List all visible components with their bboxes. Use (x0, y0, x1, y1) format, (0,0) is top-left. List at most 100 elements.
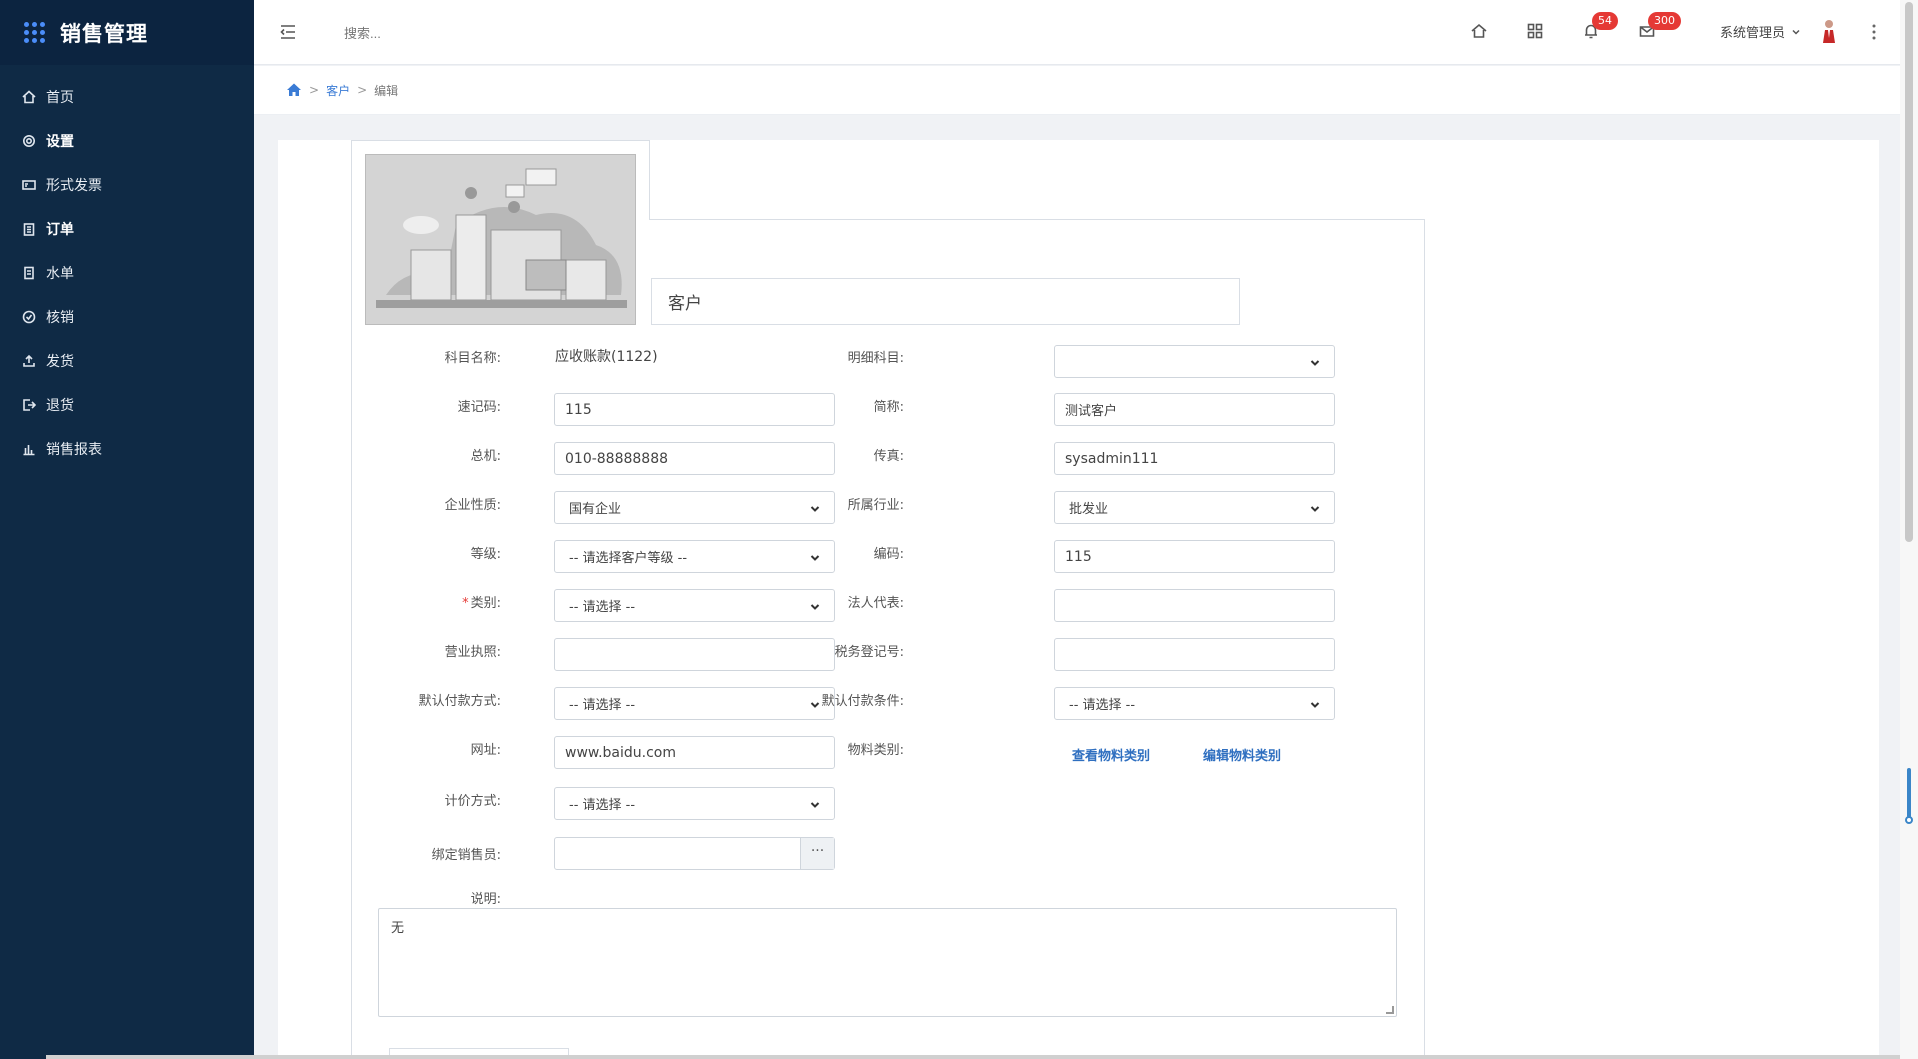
sidebar-item-writeoff[interactable]: 核销 (0, 295, 254, 339)
menu-collapse-icon[interactable] (278, 22, 298, 42)
label-legal-rep: 法人代表: (847, 596, 904, 611)
top-header: 54 300 系统管理员 (254, 0, 1900, 65)
more-vertical-icon[interactable] (1866, 22, 1882, 42)
sidebar-item-label: 水单 (46, 266, 74, 282)
fax-value: sysadmin111 (1065, 450, 1159, 467)
scrollbar-thumb[interactable] (1905, 2, 1913, 542)
chevron-down-icon (1310, 699, 1320, 709)
payment-terms-value: -- 请选择 -- (1069, 698, 1136, 713)
quick-code-value: 115 (565, 401, 592, 418)
label-remark: 说明: (470, 892, 501, 907)
detail-account-select[interactable] (1054, 345, 1335, 378)
label-phone: 总机: (470, 449, 501, 464)
breadcrumb: > 客户 > 编辑 (254, 66, 1900, 115)
salesperson-picker-button[interactable]: ··· (800, 838, 834, 869)
payment-method-value: -- 请选择 -- (569, 698, 636, 713)
search-input[interactable] (344, 22, 584, 44)
label-industry: 所属行业: (847, 498, 904, 513)
sidebar-item-home[interactable]: 首页 (0, 75, 254, 119)
invoice-icon (22, 178, 36, 192)
sidebar-item-label: 形式发票 (46, 178, 102, 194)
check-circle-icon (22, 310, 36, 324)
sidebar-item-sales-report[interactable]: 销售报表 (0, 427, 254, 471)
sidebar-item-label: 退货 (46, 398, 74, 414)
tax-reg-input[interactable] (1054, 638, 1335, 671)
notification-bell-icon[interactable]: 54 (1582, 12, 1618, 42)
company-type-value: 国有企业 (569, 502, 622, 517)
bar-chart-icon (22, 442, 36, 456)
message-badge: 300 (1648, 12, 1681, 30)
remark-textarea[interactable]: 无 (378, 908, 1397, 1017)
sidebar-item-shipping[interactable]: 发货 (0, 339, 254, 383)
gear-icon (22, 134, 36, 148)
label-quick-code: 速记码: (457, 400, 501, 415)
label-short-name: 简称: (873, 400, 904, 415)
chevron-down-icon (1791, 27, 1801, 37)
apps-grid-icon[interactable] (24, 21, 46, 44)
customer-name-value: 客户 (668, 294, 702, 314)
view-material-category-link[interactable]: 查看物料类别 (1072, 745, 1150, 764)
breadcrumb-home-icon[interactable] (286, 82, 302, 98)
sidebar-menu: 首页 设置 形式发票 订单 水单 核销 发货 退货 销售报表 (0, 75, 254, 471)
industry-select[interactable]: 批发业 (1054, 491, 1335, 524)
customer-edit-form: 客户 科目名称: 应收账款(1122) 明细科目: 速记码: 115 简称: 测… (351, 140, 1425, 1059)
customer-name-input[interactable]: 客户 (651, 278, 1240, 325)
edit-material-category-link[interactable]: 编辑物料类别 (1203, 745, 1281, 764)
sidebar-item-label: 销售报表 (46, 442, 102, 458)
label-detail-account: 明细科目: (847, 351, 904, 366)
label-fax: 传真: (873, 449, 904, 464)
label-website: 网址: (470, 743, 501, 758)
industry-value: 批发业 (1069, 502, 1109, 517)
salesperson-picker[interactable]: ··· (554, 837, 835, 870)
chevron-down-icon (1310, 357, 1320, 367)
label-tax-reg: 税务登记号: (834, 645, 904, 660)
horizontal-scrollbar[interactable] (46, 1055, 1900, 1059)
label-code: 编码: (873, 547, 904, 562)
label-payment-method: 默认付款方式: (418, 694, 501, 709)
category-value: -- 请选择 -- (569, 600, 636, 615)
clipboard-icon (22, 222, 36, 236)
pricing-select[interactable]: -- 请选择 -- (554, 787, 835, 820)
sidebar-item-returns[interactable]: 退货 (0, 383, 254, 427)
label-material-category: 物料类别: (847, 743, 904, 758)
breadcrumb-separator: > (357, 83, 368, 97)
label-account-name: 科目名称: (444, 351, 501, 366)
breadcrumb-edit: 编辑 (374, 83, 399, 98)
sidebar-item-proforma-invoice[interactable]: 形式发票 (0, 163, 254, 207)
sidebar-item-receipts[interactable]: 水单 (0, 251, 254, 295)
label-pricing: 计价方式: (444, 794, 501, 809)
sidebar-item-label: 设置 (46, 134, 74, 150)
payment-terms-select[interactable]: -- 请选择 -- (1054, 687, 1335, 720)
short-name-input[interactable]: 测试客户 (1054, 393, 1335, 426)
legal-rep-input[interactable] (1054, 589, 1335, 622)
notification-badge: 54 (1592, 12, 1618, 30)
label-payment-terms: 默认付款条件: (821, 694, 904, 709)
fax-input[interactable]: sysadmin111 (1054, 442, 1335, 475)
sidebar-item-orders[interactable]: 订单 (0, 207, 254, 251)
apps-icon[interactable] (1526, 22, 1546, 42)
sidebar-item-label: 发货 (46, 354, 74, 370)
user-menu[interactable]: 系统管理员 (1720, 22, 1801, 41)
sidebar-item-label: 首页 (46, 90, 74, 106)
vertical-scrollbar[interactable] (1900, 0, 1918, 1059)
home-icon[interactable] (1470, 22, 1490, 42)
label-category: * 类别: (462, 596, 501, 611)
account-name-value: 应收账款(1122) (555, 349, 658, 365)
sidebar-item-label: 核销 (46, 310, 74, 326)
label-salesperson: 绑定销售员: (431, 848, 501, 863)
resize-handle-icon[interactable] (1386, 1006, 1394, 1014)
customer-image[interactable] (365, 154, 636, 325)
breadcrumb-customer[interactable]: 客户 (326, 82, 350, 99)
pricing-value: -- 请选择 -- (569, 798, 636, 813)
avatar[interactable] (1818, 18, 1840, 44)
message-icon[interactable]: 300 (1638, 12, 1681, 42)
sidebar-item-settings[interactable]: 设置 (0, 119, 254, 163)
website-value: www.baidu.com (565, 744, 676, 761)
level-value: -- 请选择客户等级 -- (569, 551, 688, 566)
label-business-license: 营业执照: (444, 645, 501, 660)
code-input[interactable]: 115 (1054, 540, 1335, 573)
short-name-value: 测试客户 (1065, 404, 1118, 419)
home-icon (22, 90, 36, 104)
required-marker: * (462, 596, 469, 611)
app-title: 销售管理 (60, 21, 148, 46)
